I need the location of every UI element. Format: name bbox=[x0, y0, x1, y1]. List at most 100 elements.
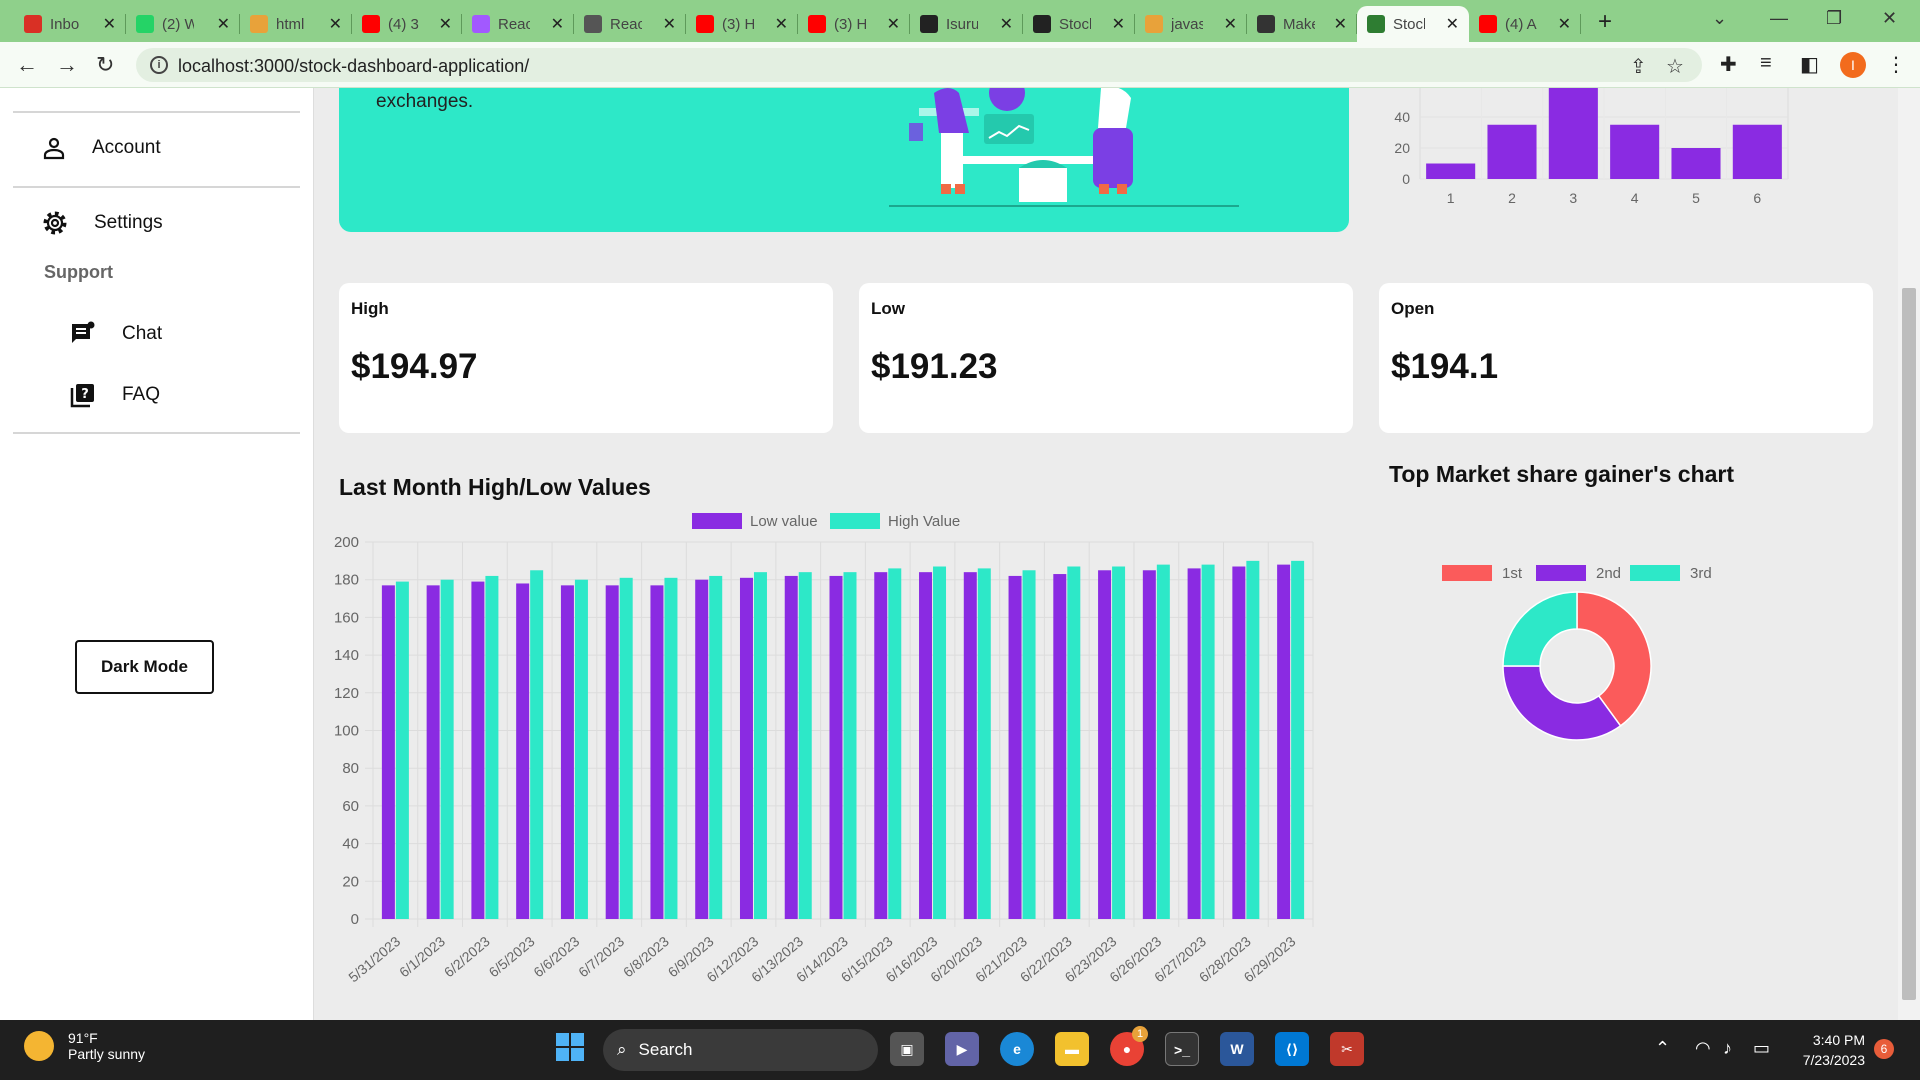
sidebar-item-label: Settings bbox=[94, 212, 163, 233]
doughnut-slice bbox=[1502, 591, 1578, 667]
scrollbar-thumb[interactable] bbox=[1902, 288, 1916, 1000]
bookmark-star-icon[interactable]: ☆ bbox=[1666, 54, 1684, 79]
back-arrow-icon[interactable]: ← bbox=[16, 52, 38, 78]
tab-close-icon[interactable]: ✕ bbox=[439, 14, 452, 34]
github-icon bbox=[920, 15, 938, 33]
tab-close-icon[interactable]: ✕ bbox=[775, 14, 788, 34]
browser-tab[interactable]: Inbo ✕ bbox=[14, 6, 126, 42]
terminal-icon[interactable]: >_ bbox=[1165, 1032, 1199, 1066]
bar bbox=[426, 585, 440, 919]
tab-close-icon[interactable]: ✕ bbox=[1224, 14, 1237, 34]
weather-temp: 91°F bbox=[68, 1030, 98, 1046]
browser-tab[interactable]: Reac ✕ bbox=[574, 6, 686, 42]
bar bbox=[1142, 570, 1156, 919]
tab-close-icon[interactable]: ✕ bbox=[329, 14, 342, 34]
tab-close-icon[interactable]: ✕ bbox=[1334, 14, 1347, 34]
vscode-icon[interactable]: ⟨⟩ bbox=[1275, 1032, 1309, 1066]
sidebar-item-chat[interactable]: Chat bbox=[70, 321, 162, 347]
browser-tab[interactable]: Stocl ✕ bbox=[1357, 6, 1469, 42]
share-icon[interactable]: ⇪ bbox=[1630, 54, 1647, 79]
bar bbox=[1008, 575, 1022, 919]
x-tick-label: 6/5/2023 bbox=[486, 933, 538, 980]
url-text[interactable]: localhost:3000/stock-dashboard-applicati… bbox=[178, 56, 529, 77]
tab-close-icon[interactable]: ✕ bbox=[217, 14, 230, 34]
snipping-tool-icon[interactable]: ✂ bbox=[1330, 1032, 1364, 1066]
battery-icon[interactable]: ▭ bbox=[1753, 1038, 1770, 1059]
bar bbox=[605, 585, 619, 919]
new-tab-button[interactable]: + bbox=[1598, 8, 1612, 36]
minimize-button[interactable]: — bbox=[1770, 8, 1788, 29]
y-tick-label: 200 bbox=[334, 534, 359, 551]
notification-badge[interactable]: 6 bbox=[1874, 1039, 1894, 1059]
y-tick-label: 140 bbox=[334, 647, 359, 664]
side-panel-icon[interactable]: ◧ bbox=[1800, 52, 1819, 77]
chrome-badge: 1 bbox=[1132, 1026, 1148, 1042]
x-tick-label: 5/31/2023 bbox=[345, 933, 403, 985]
bar bbox=[516, 583, 530, 919]
tab-close-icon[interactable]: ✕ bbox=[1112, 14, 1125, 34]
task-view-icon[interactable]: ▣ bbox=[890, 1032, 924, 1066]
browser-tab[interactable]: (2) W ✕ bbox=[126, 6, 240, 42]
sidebar-item-faq[interactable]: ? FAQ bbox=[70, 382, 160, 408]
page-scrollbar[interactable] bbox=[1898, 88, 1920, 1020]
open-label: Open bbox=[1391, 299, 1435, 318]
wifi-icon[interactable]: ◠ bbox=[1695, 1038, 1711, 1059]
close-window-button[interactable]: ✕ bbox=[1882, 8, 1897, 29]
tab-label: (4) A bbox=[1505, 15, 1537, 33]
tab-close-icon[interactable]: ✕ bbox=[663, 14, 676, 34]
windows-start-icon[interactable] bbox=[553, 1032, 587, 1066]
browser-tab[interactable]: html ✕ bbox=[240, 6, 352, 42]
volume-icon[interactable]: ♪ bbox=[1723, 1038, 1732, 1059]
hero-text: exchanges. bbox=[376, 91, 474, 112]
tab-label: (4) 3 bbox=[388, 15, 419, 33]
sidebar-divider bbox=[13, 432, 300, 434]
browser-tab[interactable]: Reac ✕ bbox=[462, 6, 574, 42]
sidebar-item-account[interactable]: Account bbox=[42, 136, 161, 160]
dark-mode-button[interactable]: Dark Mode bbox=[75, 640, 214, 694]
teams-icon[interactable]: ▶ bbox=[945, 1032, 979, 1066]
browser-tab[interactable]: (4) 3 ✕ bbox=[352, 6, 462, 42]
forward-arrow-icon[interactable]: → bbox=[56, 52, 78, 78]
bar bbox=[1426, 163, 1476, 179]
browser-tab[interactable]: Make ✕ bbox=[1247, 6, 1357, 42]
tab-close-icon[interactable]: ✕ bbox=[1558, 14, 1571, 34]
browser-tab[interactable]: Stocl ✕ bbox=[1023, 6, 1135, 42]
y-tick-label: 160 bbox=[334, 609, 359, 626]
browser-tab[interactable]: (4) A ✕ bbox=[1469, 6, 1581, 42]
menu-dots-icon[interactable]: ⋮ bbox=[1886, 52, 1906, 77]
sidebar-item-settings[interactable]: Settings bbox=[42, 210, 163, 236]
tab-close-icon[interactable]: ✕ bbox=[1000, 14, 1013, 34]
site-info-icon[interactable]: i bbox=[150, 56, 168, 74]
open-card: Open $194.1 bbox=[1379, 283, 1873, 433]
reading-list-icon[interactable]: ≡ bbox=[1760, 52, 1772, 75]
omnibox[interactable]: i localhost:3000/stock-dashboard-applica… bbox=[136, 48, 1702, 82]
tab-close-icon[interactable]: ✕ bbox=[103, 14, 116, 34]
word-icon[interactable]: W bbox=[1220, 1032, 1254, 1066]
bar bbox=[695, 579, 709, 919]
address-toolbar: ← → ↻ i localhost:3000/stock-dashboard-a… bbox=[0, 42, 1920, 88]
weather-widget[interactable]: 91°F Partly sunny bbox=[24, 1030, 145, 1062]
taskbar-search-box[interactable]: ⌕ Search bbox=[603, 1029, 878, 1071]
extensions-puzzle-icon[interactable]: ✚ bbox=[1720, 52, 1737, 77]
browser-tab[interactable]: Isuru ✕ bbox=[910, 6, 1023, 42]
file-explorer-icon[interactable]: ▬ bbox=[1055, 1032, 1089, 1066]
tab-close-icon[interactable]: ✕ bbox=[887, 14, 900, 34]
reload-icon[interactable]: ↻ bbox=[96, 52, 114, 78]
high-value: $194.97 bbox=[351, 347, 478, 386]
taskbar-clock[interactable]: 3:40 PM 7/23/2023 bbox=[1795, 1030, 1865, 1070]
browser-tab[interactable]: (3) H ✕ bbox=[686, 6, 798, 42]
tab-close-icon[interactable]: ✕ bbox=[1446, 14, 1459, 34]
restore-button[interactable]: ❐ bbox=[1826, 8, 1842, 29]
tab-search-icon[interactable]: ⌄ bbox=[1712, 8, 1727, 29]
show-hidden-icons-chevron[interactable]: ⌃ bbox=[1655, 1038, 1670, 1059]
gear-icon bbox=[43, 211, 67, 235]
edge-icon[interactable]: e bbox=[1000, 1032, 1034, 1066]
browser-tab[interactable]: (3) H ✕ bbox=[798, 6, 910, 42]
legend-label: Low value bbox=[750, 513, 818, 530]
bar bbox=[1112, 566, 1126, 919]
tab-close-icon[interactable]: ✕ bbox=[551, 14, 564, 34]
browser-tab[interactable]: javas ✕ bbox=[1135, 6, 1247, 42]
x-tick-label: 1 bbox=[1447, 190, 1455, 206]
profile-avatar[interactable]: I bbox=[1840, 52, 1866, 78]
legend-label: 1st bbox=[1502, 565, 1523, 582]
